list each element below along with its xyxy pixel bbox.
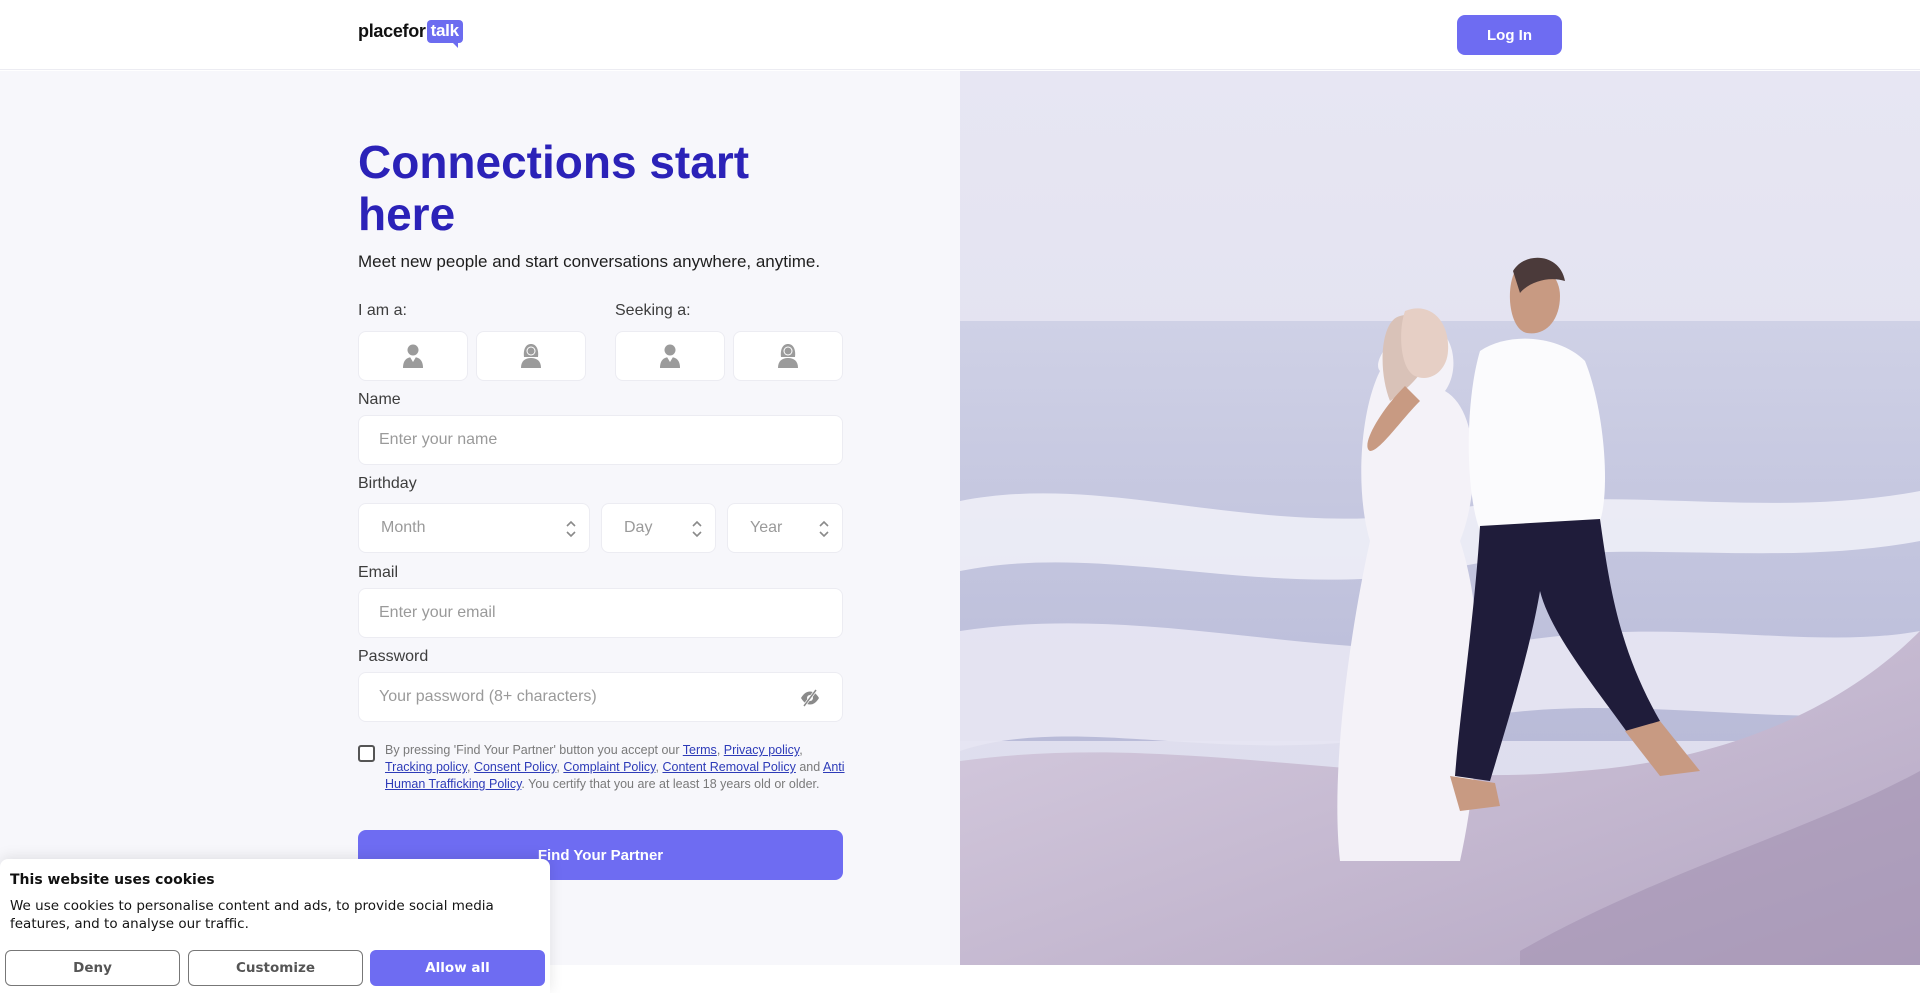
name-label: Name [358,391,401,408]
eye-slash-icon[interactable] [800,688,820,708]
login-button[interactable]: Log In [1457,15,1562,55]
year-select[interactable]: Year [727,503,843,553]
i-am-male-button[interactable] [358,331,468,381]
password-label: Password [358,648,429,665]
cookie-text: We use cookies to personalise content an… [10,898,494,932]
complaint-policy-link[interactable]: Complaint Policy [563,760,655,774]
beach-couple-image [960,71,1920,965]
name-field-wrap [358,415,843,465]
site-header: placefor talk Log In [0,0,1920,70]
terms-prefix: By pressing 'Find Your Partner' button y… [385,743,683,757]
password-field-wrap [358,672,843,722]
i-am-female-button[interactable] [476,331,586,381]
year-value: Year [750,519,783,536]
logo-badge: talk [426,20,463,48]
cookie-customize-button[interactable]: Customize [188,950,363,986]
select-arrows-icon [566,520,576,538]
cookie-allow-all-button[interactable]: Allow all [370,950,545,986]
terms-and: and [795,760,823,774]
select-arrows-icon [692,520,702,538]
logo-text: placefor [358,21,426,41]
seeking-label: Seeking a: [615,302,691,319]
day-select[interactable]: Day [601,503,716,553]
content-removal-policy-link[interactable]: Content Removal Policy [662,760,795,774]
terms-link[interactable]: Terms [683,743,717,757]
tracking-policy-link[interactable]: Tracking policy [385,760,467,774]
logo[interactable]: placefor talk [358,20,463,48]
cookie-banner: This website uses cookies We use cookies… [0,859,550,993]
select-arrows-icon [819,520,829,538]
page-subtitle: Meet new people and start conversations … [358,252,821,271]
cookie-title: This website uses cookies [10,872,215,888]
terms-suffix: . You certify that you are at least 18 y… [521,777,820,791]
month-select[interactable]: Month [358,503,590,553]
day-value: Day [624,519,653,536]
terms-checkbox[interactable] [358,745,375,762]
seeking-male-button[interactable] [615,331,725,381]
male-icon [403,344,423,368]
female-icon [521,344,541,368]
terms-text: By pressing 'Find Your Partner' button y… [385,743,845,791]
consent-policy-link[interactable]: Consent Policy [474,760,556,774]
email-label: Email [358,564,399,581]
hero-photo [960,71,1920,965]
cookie-deny-button[interactable]: Deny [5,950,180,986]
password-input[interactable] [379,688,842,706]
month-value: Month [381,519,426,536]
email-input[interactable] [379,604,842,622]
privacy-policy-link[interactable]: Privacy policy [724,743,799,757]
name-input[interactable] [379,431,842,449]
email-field-wrap [358,588,843,638]
seeking-female-button[interactable] [733,331,843,381]
birthday-label: Birthday [358,475,417,492]
i-am-label: I am a: [358,302,407,319]
male-icon [660,344,680,368]
page-title: Connections start here [358,136,750,240]
female-icon [778,344,798,368]
